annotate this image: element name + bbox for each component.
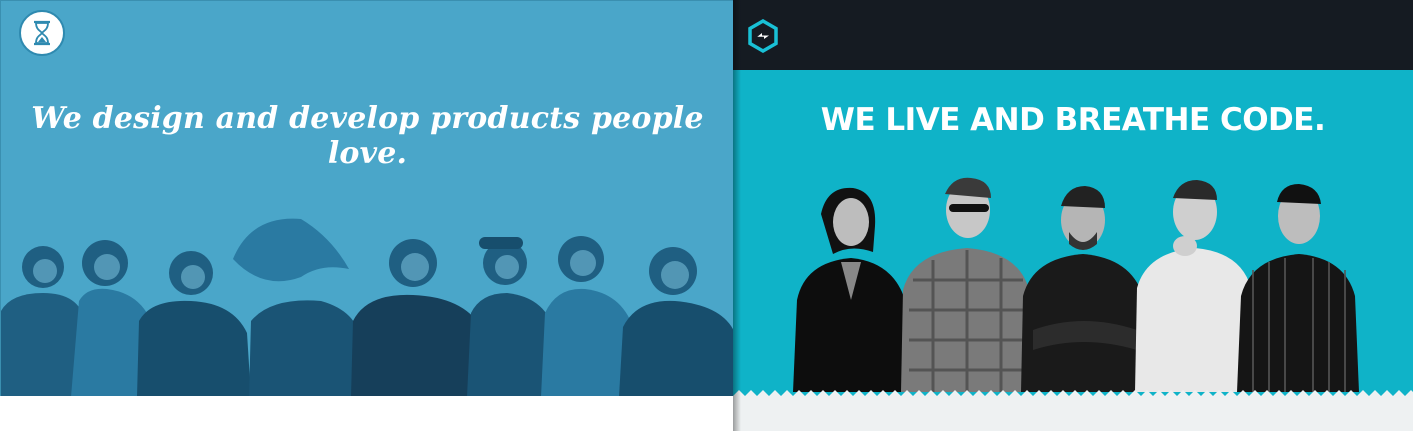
team-member <box>1237 184 1359 392</box>
team-photo-right <box>793 177 1359 392</box>
team-photo-left <box>1 1 733 396</box>
team-member <box>233 218 349 282</box>
right-site-screenshot: WE LIVE AND BREATHE CODE. <box>733 0 1413 431</box>
team-member <box>1021 186 1147 392</box>
team-member <box>479 237 523 249</box>
team-member <box>1135 180 1255 392</box>
team-member <box>249 300 365 396</box>
panel-divider-shadow <box>733 0 741 431</box>
team-member <box>619 300 733 396</box>
team-member <box>901 177 1033 392</box>
team-member <box>137 300 251 396</box>
left-site-screenshot: We design and develop products people lo… <box>0 0 733 431</box>
team-member <box>793 187 909 392</box>
left-hero-banner: We design and develop products people lo… <box>0 0 733 396</box>
sawtooth-divider <box>733 390 1413 431</box>
